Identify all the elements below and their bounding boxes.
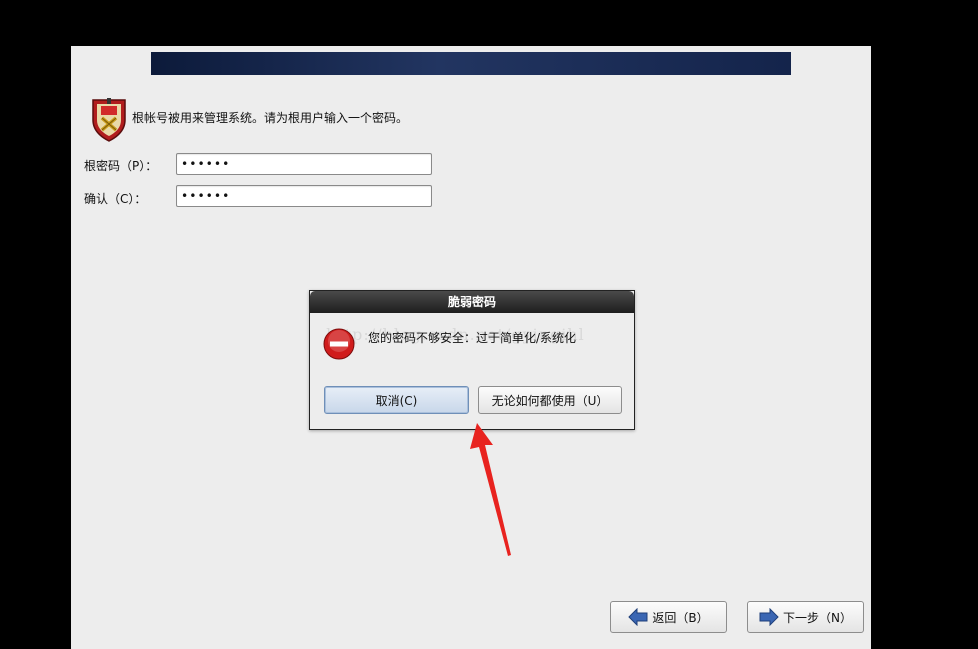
confirm-password-field[interactable]: ••••••: [176, 185, 432, 207]
dialog-title: 脆弱密码: [310, 291, 634, 313]
weak-password-dialog: 脆弱密码 http://blog.csdn.net/gyingihl 您的密码不…: [309, 290, 635, 430]
back-button[interactable]: 返回（B）: [610, 601, 727, 633]
root-shield-icon: [92, 98, 126, 142]
root-password-label: 根密码（P）：: [84, 159, 158, 173]
header-banner: [151, 52, 791, 75]
arrow-right-icon: [759, 608, 779, 626]
annotation-arrow: [470, 423, 511, 556]
root-password-field[interactable]: ••••••: [176, 153, 432, 175]
arrow-left-icon: [628, 608, 648, 626]
use-anyway-button[interactable]: 无论如何都使用（U）: [478, 386, 622, 414]
intro-text: 根帐号被用来管理系统。请为根用户输入一个密码。: [132, 111, 409, 125]
next-button-label: 下一步（N）: [783, 610, 852, 625]
confirm-password-label: 确认（C）：: [84, 192, 147, 206]
next-button[interactable]: 下一步（N）: [747, 601, 864, 633]
back-button-label: 返回（B）: [652, 610, 709, 625]
error-stop-icon: [323, 328, 355, 360]
cancel-button[interactable]: 取消(C): [324, 386, 469, 414]
dialog-message: 您的密码不够安全：过于简单化/系统化: [368, 331, 577, 345]
